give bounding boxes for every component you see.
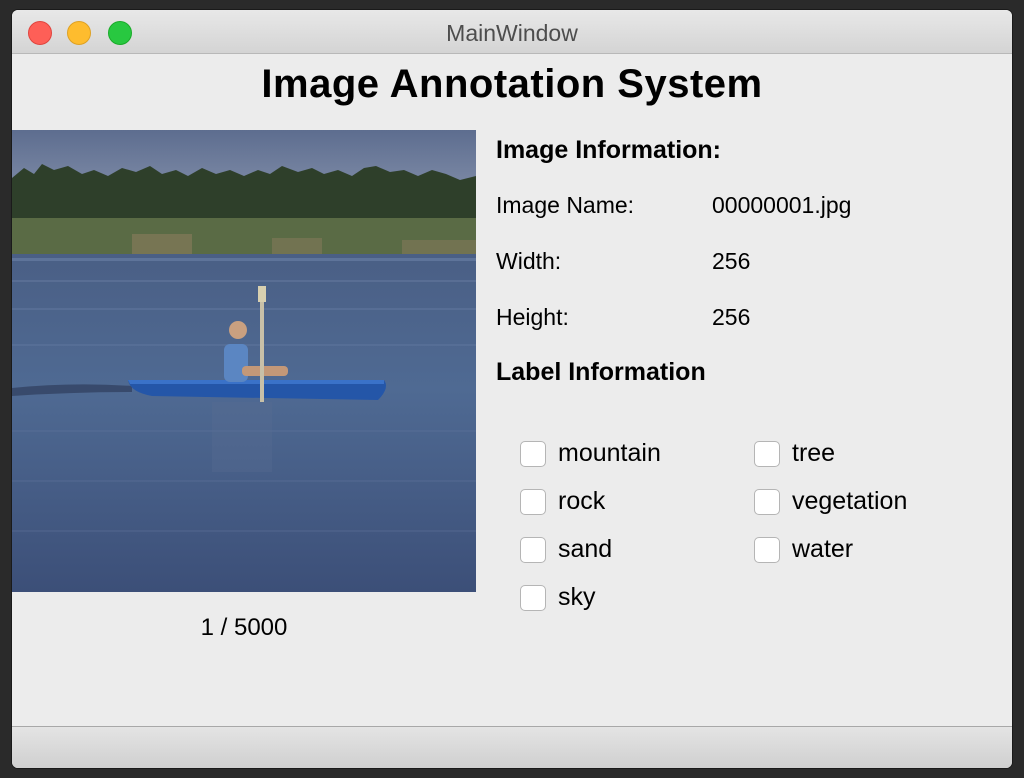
image-display (12, 130, 476, 592)
checkbox-label: rock (558, 487, 606, 515)
checkbox-label: tree (792, 439, 836, 467)
label-option-sky[interactable]: sky (520, 583, 596, 612)
checkbox-label: vegetation (792, 487, 908, 515)
checkbox-label: sand (558, 535, 613, 563)
main-window: MainWindow Image Annotation System 1 / 5… (12, 10, 1012, 768)
height-value: 256 (712, 304, 751, 330)
image-counter: 1 / 5000 (200, 614, 288, 641)
checkbox-label: mountain (558, 439, 661, 467)
width-label: Width: (496, 248, 562, 274)
window-title: MainWindow (446, 20, 578, 46)
checkbox[interactable] (754, 440, 780, 467)
image-name-value: 00000001.jpg (712, 192, 852, 218)
label-option-sand[interactable]: sand (520, 535, 612, 564)
checkbox-label: water (792, 535, 854, 563)
image-name-label: Image Name: (496, 192, 635, 218)
label-option-rock[interactable]: rock (520, 487, 605, 516)
image-info-heading: Image Information: (496, 136, 722, 164)
label-option-tree[interactable]: tree (754, 439, 835, 468)
checkbox[interactable] (520, 488, 546, 515)
app-title: Image Annotation System (261, 62, 763, 106)
width-value: 256 (712, 248, 751, 274)
checkbox[interactable] (520, 584, 546, 611)
checkbox[interactable] (754, 536, 780, 563)
label-option-mountain[interactable]: mountain (520, 439, 661, 468)
label-option-vegetation[interactable]: vegetation (754, 487, 907, 516)
checkbox-label: sky (558, 583, 596, 611)
checkbox[interactable] (520, 440, 546, 467)
checkbox[interactable] (754, 488, 780, 515)
checkbox[interactable] (520, 536, 546, 563)
label-option-water[interactable]: water (754, 535, 853, 564)
status-bar (12, 726, 1012, 768)
height-label: Height: (496, 304, 569, 330)
photo-kayaker-on-lake (12, 130, 476, 592)
label-info-heading: Label Information (496, 358, 706, 386)
title-bar[interactable]: MainWindow (12, 10, 1012, 54)
